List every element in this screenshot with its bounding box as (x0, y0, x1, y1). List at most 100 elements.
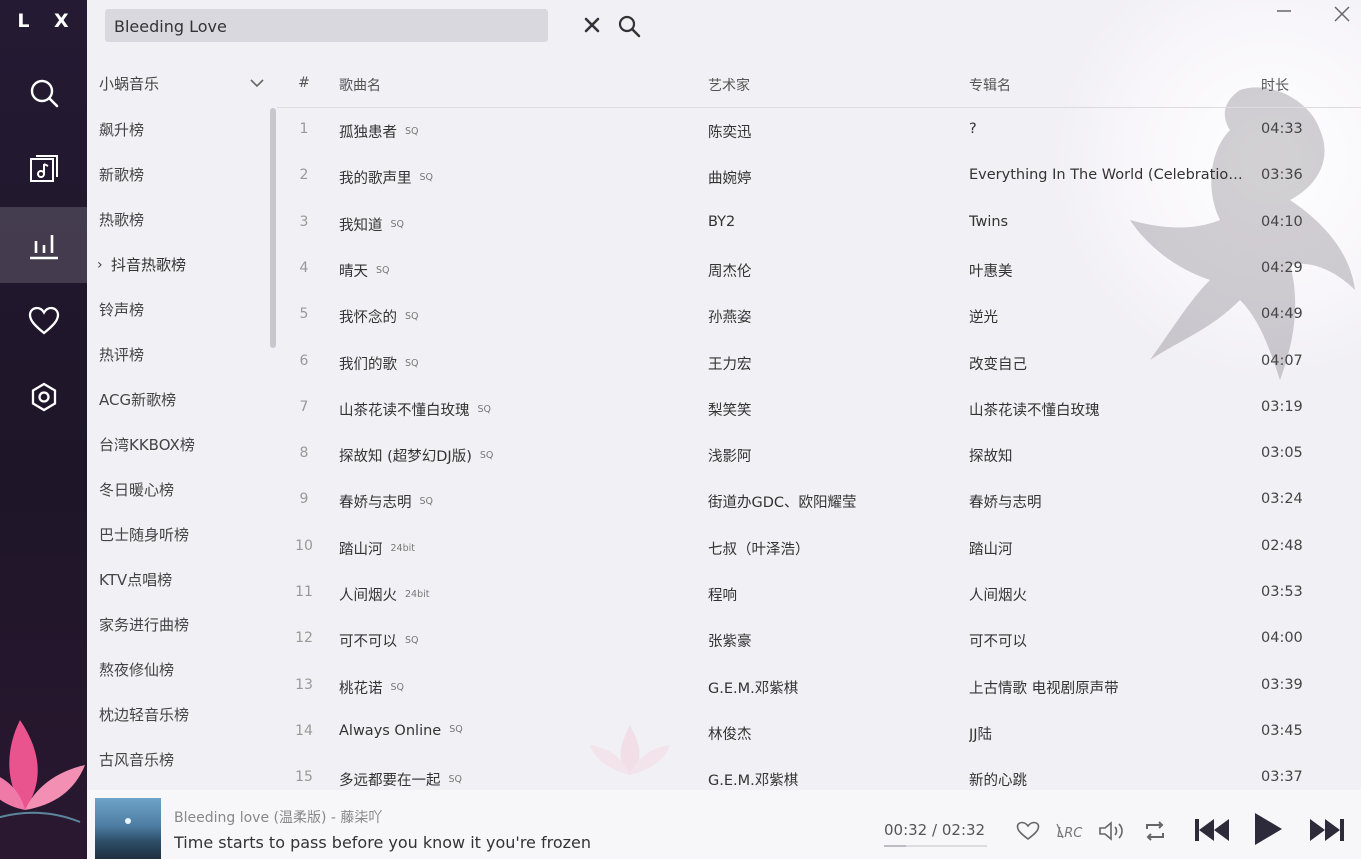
board-item[interactable]: 冬日暖心榜 (87, 468, 277, 513)
quality-badge: SQ (405, 357, 419, 369)
table-row[interactable]: 6 我们的歌 SQ 王力宏 改变自己 04:07 (277, 340, 1361, 386)
song-name: 踏山河 (339, 541, 383, 558)
board-item[interactable]: 新歌榜 (87, 153, 277, 198)
board-item[interactable]: 古风音乐榜 (87, 738, 277, 783)
board-item[interactable]: ACG新歌榜 (87, 378, 277, 423)
song-name: 可不可以 (339, 634, 397, 651)
row-index: 4 (299, 259, 309, 276)
next-button[interactable] (1307, 815, 1347, 845)
artist-name: 王力宏 (708, 356, 752, 373)
artist-name: 孙燕姿 (708, 310, 752, 327)
board-item[interactable]: 巴士随身听榜 (87, 513, 277, 558)
board-item[interactable]: 飙升榜 (87, 108, 277, 153)
song-name-cell: 我知道 SQ (339, 214, 404, 235)
artist-name: 浅影阿 (708, 449, 752, 466)
progress-fill (884, 845, 906, 847)
search-button-icon[interactable] (617, 14, 641, 38)
quality-badge: 24bit (390, 542, 415, 554)
artist-name: G.E.M.邓紫棋 (708, 680, 799, 697)
sidebar-item-leaderboard[interactable] (0, 207, 87, 283)
sidebar-item-songlist[interactable] (0, 131, 87, 207)
table-row[interactable]: 10 踏山河 24bit 七叔（叶泽浩） 踏山河 02:48 (277, 525, 1361, 571)
favorite-button[interactable] (1015, 820, 1041, 842)
chevron-down-icon (250, 79, 264, 88)
song-duration: 04:00 (1261, 630, 1303, 647)
board-label: KTV点唱榜 (99, 571, 173, 589)
table-row[interactable]: 14 Always Online SQ 林俊杰 JJ陆 03:45 (277, 710, 1361, 756)
table-row[interactable]: 8 探故知 (超梦幻DJ版) SQ 浅影阿 探故知 03:05 (277, 432, 1361, 478)
quality-badge: SQ (390, 681, 405, 693)
minimize-icon[interactable] (1274, 4, 1294, 24)
board-label: 台湾KKBOX榜 (99, 436, 195, 454)
previous-button[interactable] (1192, 815, 1232, 845)
song-table-header: # 歌曲名 艺术家 专辑名 时长 (277, 65, 1361, 108)
album-name: 改变自己 (969, 356, 1027, 373)
board-item[interactable]: › 抖音热歌榜 (87, 243, 277, 288)
table-row[interactable]: 2 我的歌声里 SQ 曲婉婷 Everything In The World (Cele… (277, 154, 1361, 200)
album-name: 逆光 (969, 310, 998, 327)
sidebar-item-search[interactable] (0, 55, 87, 131)
time-separator: / (932, 821, 938, 839)
lyrics-button[interactable]: LRC (1056, 820, 1084, 842)
table-row[interactable]: 9 春娇与志明 SQ 街道办GDC、欧阳耀莹 春娇与志明 03:24 (277, 478, 1361, 524)
board-item[interactable]: 铃声榜 (87, 288, 277, 333)
now-playing-title[interactable]: Bleeding love (温柔版) - 藤柒吖 (174, 807, 382, 827)
song-name-cell: 孤独患者 SQ (339, 121, 419, 142)
song-name: Always Online (339, 722, 442, 739)
board-item[interactable]: 家务进行曲榜 (87, 603, 277, 648)
source-selector[interactable]: 小蜗音乐 (99, 73, 269, 95)
row-index: 6 (299, 352, 309, 369)
artist-name: 梨笑笑 (708, 402, 752, 419)
quality-badge: SQ (405, 311, 419, 323)
table-row[interactable]: 12 可不可以 SQ 张紫豪 可不可以 04:00 (277, 617, 1361, 663)
song-name: 我们的歌 (339, 356, 397, 373)
album-cover[interactable] (95, 798, 161, 859)
album-name: 可不可以 (969, 634, 1027, 651)
repeat-button[interactable] (1142, 819, 1168, 843)
board-item[interactable]: 热评榜 (87, 333, 277, 378)
quality-badge: SQ (419, 172, 434, 184)
board-item[interactable]: 熬夜修仙榜 (87, 648, 277, 693)
board-label: 热歌榜 (99, 211, 145, 229)
table-row[interactable]: 13 桃花诺 SQ G.E.M.邓紫棋 上古情歌 电视剧原声带 03:39 (277, 664, 1361, 710)
song-name: 我知道 (339, 217, 383, 234)
board-item[interactable]: 热歌榜 (87, 198, 277, 243)
progress-bar[interactable] (884, 845, 987, 847)
table-row[interactable]: 4 晴天 SQ 周杰伦 叶惠美 04:29 (277, 247, 1361, 293)
song-name: 春娇与志明 (339, 495, 412, 512)
song-duration: 03:53 (1261, 584, 1303, 600)
close-icon[interactable] (1332, 4, 1352, 24)
sidebar-item-favorites[interactable] (0, 283, 87, 359)
search-input[interactable] (112, 13, 476, 40)
clear-icon[interactable] (582, 15, 602, 35)
song-name-cell: 我们的歌 SQ (339, 353, 419, 374)
table-row[interactable]: 1 孤独患者 SQ 陈奕迅? 04:33 (277, 108, 1361, 154)
song-duration: 04:33 (1261, 121, 1303, 137)
board-item[interactable]: 台湾KKBOX榜 (87, 423, 277, 468)
table-row[interactable]: 15 多远都要在一起 SQ G.E.M.邓紫棋 新的心跳 03:37 (277, 756, 1361, 790)
table-row[interactable]: 11 人间烟火 24bit 程响 人间烟火 03:53 (277, 571, 1361, 617)
row-index: 5 (299, 306, 309, 323)
board-label: 新歌榜 (99, 166, 145, 184)
volume-button[interactable] (1098, 820, 1128, 842)
board-label: 家务进行曲榜 (99, 616, 190, 634)
sidebar-item-settings[interactable] (0, 359, 87, 435)
row-index: 13 (295, 676, 313, 693)
song-name-cell: 我的歌声里 SQ (339, 167, 433, 188)
table-row[interactable]: 3 我知道 SQ BY2 Twins 04:10 (277, 201, 1361, 247)
album-name: Twins (969, 213, 1009, 230)
table-row[interactable]: 5 我怀念的 SQ 孙燕姿 逆光 04:49 (277, 293, 1361, 339)
board-item[interactable]: 枕边轻音乐榜 (87, 693, 277, 738)
album-name: ? (969, 121, 977, 137)
board-item[interactable]: KTV点唱榜 (87, 558, 277, 603)
song-duration: 03:24 (1261, 491, 1303, 508)
play-button[interactable] (1250, 811, 1286, 847)
song-name: 晴天 (339, 263, 368, 280)
playback-time: 00:32 / 02:32 (884, 821, 985, 839)
song-duration: 03:45 (1261, 722, 1303, 739)
song-name-cell: 人间烟火 24bit (339, 584, 429, 605)
list-scrollbar[interactable] (270, 108, 276, 348)
table-row[interactable]: 7 山茶花读不懂白玫瑰 SQ 梨笑笑 山茶花读不懂白玫瑰 03:19 (277, 386, 1361, 432)
row-index: 10 (295, 537, 313, 554)
play-icon (1255, 813, 1282, 845)
